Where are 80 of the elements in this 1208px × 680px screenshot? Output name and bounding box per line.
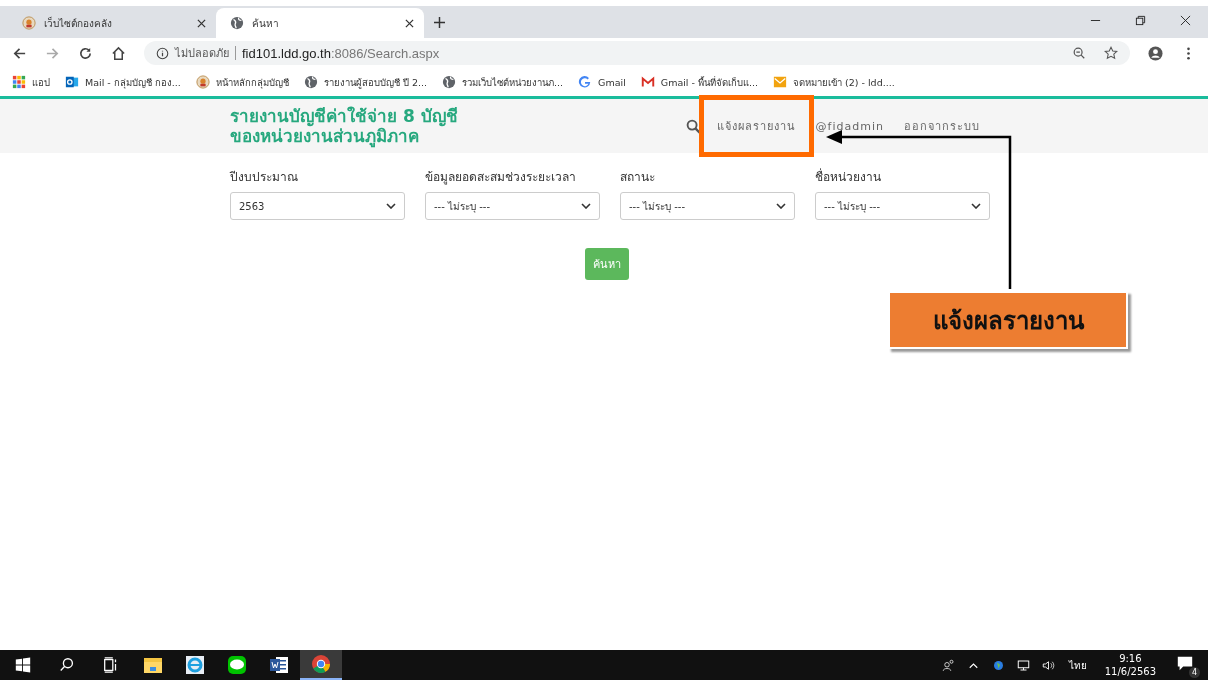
chevron-down-icon xyxy=(776,203,786,209)
search-icon[interactable] xyxy=(685,118,701,134)
envelope-icon xyxy=(773,75,788,89)
document-icon[interactable] xyxy=(269,655,289,675)
address-bar[interactable]: ไม่ปลอดภัย fid101.ldd.go.th:8086/Search.aspx xyxy=(144,41,1130,65)
callout-label: แจ้งผลรายงาน xyxy=(888,291,1128,349)
folder-icon[interactable] xyxy=(143,655,163,675)
chevron-down-icon xyxy=(386,203,396,209)
notification-count: 4 xyxy=(1189,667,1200,678)
nav-link[interactable]: ออกจากระบบ xyxy=(894,117,990,135)
search-icon[interactable] xyxy=(58,656,76,674)
seal-icon xyxy=(22,16,36,30)
nav-link[interactable]: แจ้งผลรายงาน xyxy=(706,117,806,135)
chevron-down-icon xyxy=(581,203,591,209)
dropdown-field[interactable]: --- ไม่ระบุ --- xyxy=(815,192,990,220)
new-tab-icon[interactable] xyxy=(434,17,445,28)
browser-tab[interactable]: ค้นหา xyxy=(216,8,424,38)
profile-icon[interactable] xyxy=(1148,45,1163,61)
restore-icon[interactable] xyxy=(1135,15,1146,26)
clock-date: 11/6/2563 xyxy=(1104,665,1156,678)
globe-icon xyxy=(230,16,244,30)
bookmark-label: Gmail - พื้นที่จัดเก็บแ... xyxy=(660,75,759,90)
close-icon[interactable] xyxy=(1180,15,1191,26)
language-indicator[interactable]: ไทย xyxy=(1068,657,1087,673)
notification-icon xyxy=(1176,654,1194,672)
globe-icon xyxy=(303,75,318,89)
filter-label: สถานะ xyxy=(620,169,656,186)
dropdown-field[interactable]: --- ไม่ระบุ --- xyxy=(425,192,600,220)
bookmark-item[interactable]: แอป xyxy=(12,74,50,90)
url-text: fid101.ldd.go.th:8086/Search.aspx xyxy=(242,45,440,61)
reload-icon[interactable] xyxy=(78,45,93,61)
dropdown-field[interactable]: 2563 xyxy=(230,192,405,220)
outlook-icon xyxy=(65,75,79,89)
windows-start-icon[interactable] xyxy=(14,656,32,674)
bookmark-item[interactable]: จดหมายเข้า (2) - ldd.... xyxy=(773,74,895,90)
clock-time: 9:16 xyxy=(1119,652,1142,665)
gmail-icon xyxy=(640,75,655,89)
chat-icon[interactable] xyxy=(227,655,247,675)
close-icon[interactable] xyxy=(405,18,414,28)
bookmark-item[interactable]: หน้าหลักกลุ่มบัญชี xyxy=(195,74,289,90)
dropdown-field[interactable]: --- ไม่ระบุ --- xyxy=(620,192,795,220)
filter-label: ปีงบประมาณ xyxy=(230,169,299,186)
zoom-out-icon[interactable] xyxy=(1072,46,1086,60)
bookmark-item[interactable]: Gmail - พื้นที่จัดเก็บแ... xyxy=(640,74,759,90)
tab-title: ค้นหา xyxy=(252,16,280,31)
notification-button[interactable]: 4 xyxy=(1176,654,1198,676)
bookmark-label: Mail - กลุ่มบัญชี กอง... xyxy=(85,75,181,90)
tab-title: เว็บไซต์กองคลัง xyxy=(44,15,113,31)
browser-tab[interactable]: เว็บไซต์กองคลัง xyxy=(8,8,216,38)
page-title: รายงานบัญชีค่าใช้จ่าย 8 บัญชี xyxy=(230,106,458,126)
browser-e-icon[interactable] xyxy=(185,655,205,675)
bookmark-label: หน้าหลักกลุ่มบัญชี xyxy=(215,75,289,90)
security-label: ไม่ปลอดภัย xyxy=(175,46,229,62)
network-icon[interactable] xyxy=(1015,657,1031,673)
bookmark-item[interactable]: รายงานผู้สอบบัญชี ปี 2... xyxy=(303,74,427,90)
star-icon[interactable] xyxy=(1104,46,1118,60)
bookmark-item[interactable]: Mail - กลุ่มบัญชี กอง... xyxy=(65,74,181,90)
seal-icon xyxy=(195,75,210,89)
bookmark-label: รวมเว็บไซต์หน่วยงานภ... xyxy=(462,75,564,90)
bookmark-item[interactable]: Gmail xyxy=(578,75,626,89)
chevron-down-icon xyxy=(971,203,981,209)
bookmark-label: Gmail xyxy=(598,76,626,88)
bookmark-label: แอป xyxy=(32,75,50,90)
bookmark-item[interactable]: รวมเว็บไซต์หน่วยงานภ... xyxy=(442,74,564,90)
google-icon xyxy=(578,75,593,89)
close-icon[interactable] xyxy=(197,18,206,28)
chrome-icon[interactable] xyxy=(311,654,331,674)
bookmark-label: จดหมายเข้า (2) - ldd.... xyxy=(793,75,895,90)
people-icon[interactable] xyxy=(940,657,956,673)
clock[interactable]: 9:16 11/6/2563 xyxy=(1104,652,1156,678)
nav-link[interactable]: @fidadmin xyxy=(805,119,894,133)
taskbar-app-button[interactable] xyxy=(300,650,342,680)
apps-grid-icon xyxy=(12,75,26,89)
home-icon[interactable] xyxy=(111,45,126,61)
filter-label: ข้อมูลยอดสะสมช่วงระยะเวลา xyxy=(425,169,577,186)
filter-label: ชื่อหน่วยงาน xyxy=(815,167,882,186)
globe-icon xyxy=(442,75,456,89)
info-icon xyxy=(156,46,169,60)
bookmark-label: รายงานผู้สอบบัญชี ปี 2... xyxy=(323,75,427,90)
page-title: ของหน่วยงานส่วนภูมิภาค xyxy=(230,126,420,146)
